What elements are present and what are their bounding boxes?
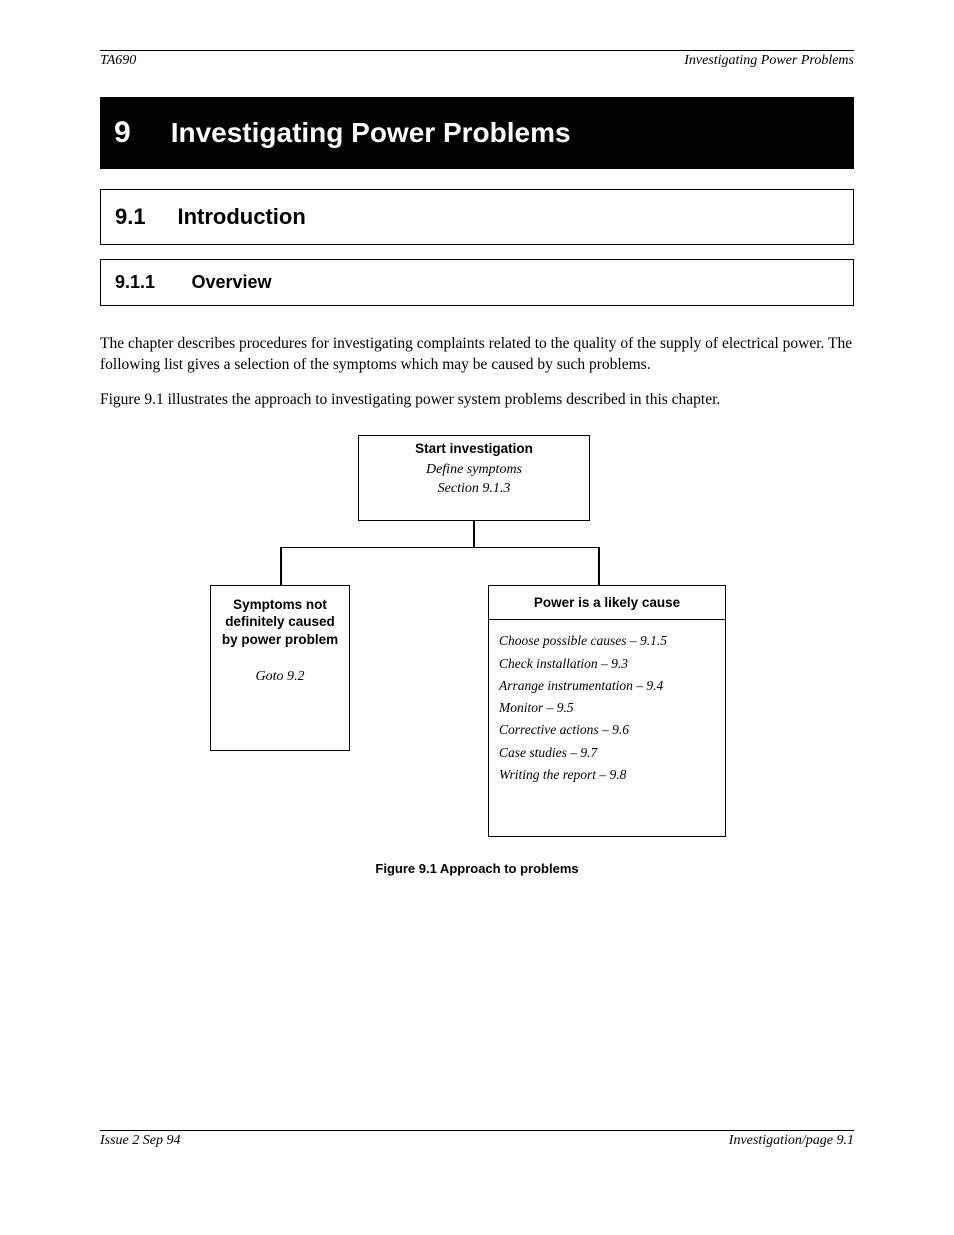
page-footer: Issue 2 Sep 94 Investigation/page 9.1 <box>100 1130 854 1149</box>
diagram-box-heading: Start investigation <box>359 436 589 460</box>
figure-diagram: Start investigation Define symptoms Sect… <box>100 425 854 865</box>
diagram-list-item: Check installation – 9.3 <box>499 653 715 675</box>
section-heading-box: 9.1 Introduction <box>100 189 854 245</box>
connector-line <box>280 547 600 549</box>
chapter-title: Investigating Power Problems <box>171 117 571 149</box>
paragraph: Figure 9.1 illustrates the approach to i… <box>100 390 854 411</box>
diagram-list-item: Monitor – 9.5 <box>499 697 715 719</box>
diagram-box-heading: Symptoms not definitely caused by power … <box>211 586 349 651</box>
subsection-heading-box: 9.1.1 Overview <box>100 259 854 306</box>
diagram-box-left: Symptoms not definitely caused by power … <box>210 585 350 751</box>
running-header: TA690 Investigating Power Problems <box>100 53 854 69</box>
header-rule <box>100 50 854 51</box>
chapter-title-bar: 9 Investigating Power Problems <box>100 97 854 169</box>
diagram-box-body: Goto 9.2 <box>211 650 349 692</box>
diagram-list-item: Case studies – 9.7 <box>499 742 715 764</box>
figure-caption: Figure 9.1 Approach to problems <box>100 861 854 876</box>
connector-line <box>473 521 475 547</box>
diagram-box-heading: Power is a likely cause <box>489 586 725 621</box>
connector-line <box>280 547 282 585</box>
header-left: TA690 <box>100 53 136 69</box>
page-content: TA690 Investigating Power Problems 9 Inv… <box>100 50 854 865</box>
diagram-box-right: Power is a likely cause Choose possible … <box>488 585 726 837</box>
diagram-box-body: Define symptoms Section 9.1.3 <box>359 459 589 503</box>
subsection-number: 9.1.1 <box>115 272 187 293</box>
connector-line <box>598 547 600 585</box>
diagram-box-root: Start investigation Define symptoms Sect… <box>358 435 590 521</box>
footer-left: Issue 2 Sep 94 <box>100 1133 181 1149</box>
diagram-list-item: Corrective actions – 9.6 <box>499 719 715 741</box>
header-right: Investigating Power Problems <box>684 53 854 69</box>
chapter-number: 9 <box>114 116 131 150</box>
subsection-label: Overview <box>191 272 271 292</box>
footer-right: Investigation/page 9.1 <box>729 1133 854 1149</box>
paragraph: The chapter describes procedures for inv… <box>100 334 854 376</box>
footer-rule <box>100 1130 854 1131</box>
section-label: Introduction <box>177 204 305 229</box>
section-number: 9.1 <box>115 204 173 230</box>
body-text: The chapter describes procedures for inv… <box>100 334 854 411</box>
diagram-list-item: Writing the report – 9.8 <box>499 764 715 786</box>
diagram-list-item: Arrange instrumentation – 9.4 <box>499 675 715 697</box>
diagram-list-item: Choose possible causes – 9.1.5 <box>499 630 715 652</box>
